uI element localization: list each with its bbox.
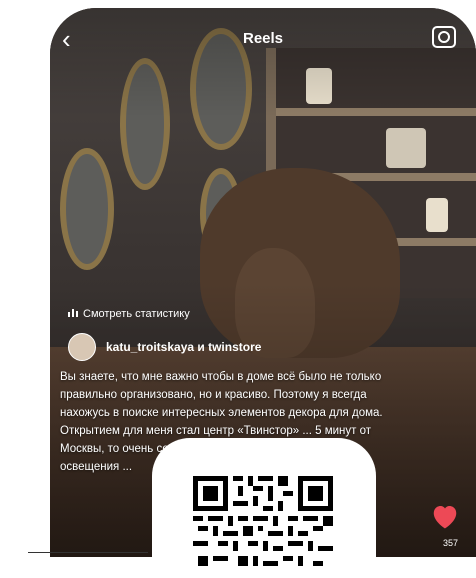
camera-icon[interactable] bbox=[432, 26, 456, 48]
divider bbox=[28, 552, 148, 553]
top-bar: ‹ Reels bbox=[50, 18, 476, 58]
page-title: Reels bbox=[242, 30, 284, 47]
heart-icon[interactable] bbox=[430, 502, 460, 530]
post-author[interactable]: katu_troitskaya и twinstore bbox=[68, 333, 261, 361]
avatar[interactable] bbox=[68, 333, 96, 361]
qr-code-card bbox=[152, 438, 376, 578]
like-count: 357 bbox=[442, 538, 458, 548]
stats-link-label: Смотреть статистику bbox=[83, 308, 190, 320]
stats-link[interactable]: Смотреть статистику bbox=[68, 308, 190, 320]
author-username[interactable]: katu_troitskaya и twinstore bbox=[106, 340, 261, 354]
bar-chart-icon bbox=[68, 309, 78, 317]
qr-code-image bbox=[193, 476, 333, 566]
